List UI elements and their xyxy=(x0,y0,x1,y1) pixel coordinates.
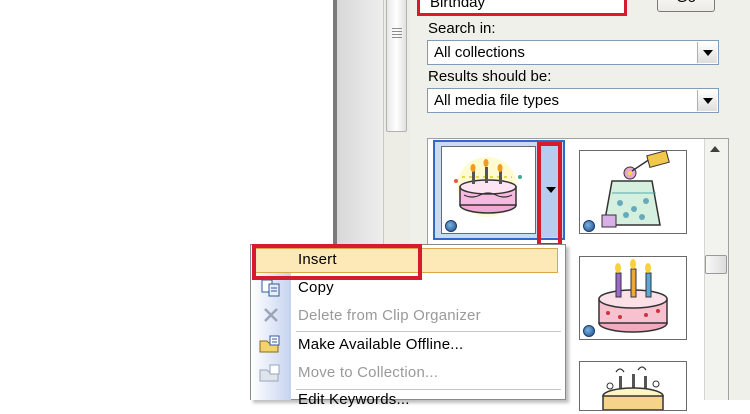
party-cake-clip[interactable] xyxy=(579,361,687,411)
dropdown-annotation-box xyxy=(537,142,562,247)
gift-vase-icon xyxy=(601,150,670,228)
search-annotation-box xyxy=(417,0,627,16)
menu-separator xyxy=(296,389,561,390)
chevron-down-icon[interactable] xyxy=(697,90,717,111)
go-button[interactable]: Go xyxy=(657,0,715,12)
menu-item-insert-label[interactable]: Insert xyxy=(298,251,337,268)
menu-item-move: Move to Collection... xyxy=(298,364,439,381)
search-in-select[interactable]: All collections xyxy=(427,40,719,65)
scroll-grip-icon xyxy=(392,28,402,40)
menu-item-make-offline[interactable]: Make Available Offline... xyxy=(298,336,463,353)
menu-item-copy[interactable]: Copy xyxy=(298,279,334,296)
cake-with-candles-icon xyxy=(454,157,522,217)
delete-icon xyxy=(264,308,278,322)
pink-cake-clip[interactable] xyxy=(579,256,687,340)
results-type-label: Results should be: xyxy=(428,68,552,85)
chevron-down-icon[interactable] xyxy=(697,42,717,63)
menu-separator xyxy=(296,331,561,332)
results-type-select[interactable]: All media file types xyxy=(427,88,719,113)
offline-folder-icon xyxy=(259,335,280,353)
gift-vase-clip[interactable] xyxy=(579,150,687,234)
globe-icon xyxy=(583,325,595,337)
globe-icon xyxy=(445,220,457,232)
move-folder-icon xyxy=(259,364,280,382)
scroll-up-arrow-icon[interactable] xyxy=(710,146,720,152)
globe-icon xyxy=(583,220,595,232)
insert-annotation-box xyxy=(252,244,422,280)
menu-item-delete: Delete from Clip Organizer xyxy=(298,307,481,324)
search-in-value: All collections xyxy=(434,44,525,61)
document-scroll-thumb[interactable] xyxy=(386,0,407,132)
pink-cake-icon xyxy=(598,259,668,333)
results-type-value: All media file types xyxy=(434,92,560,109)
party-cake-icon xyxy=(602,366,664,411)
copy-icon xyxy=(261,279,280,297)
results-scroll-thumb[interactable] xyxy=(705,255,727,274)
search-in-label: Search in: xyxy=(428,20,496,37)
